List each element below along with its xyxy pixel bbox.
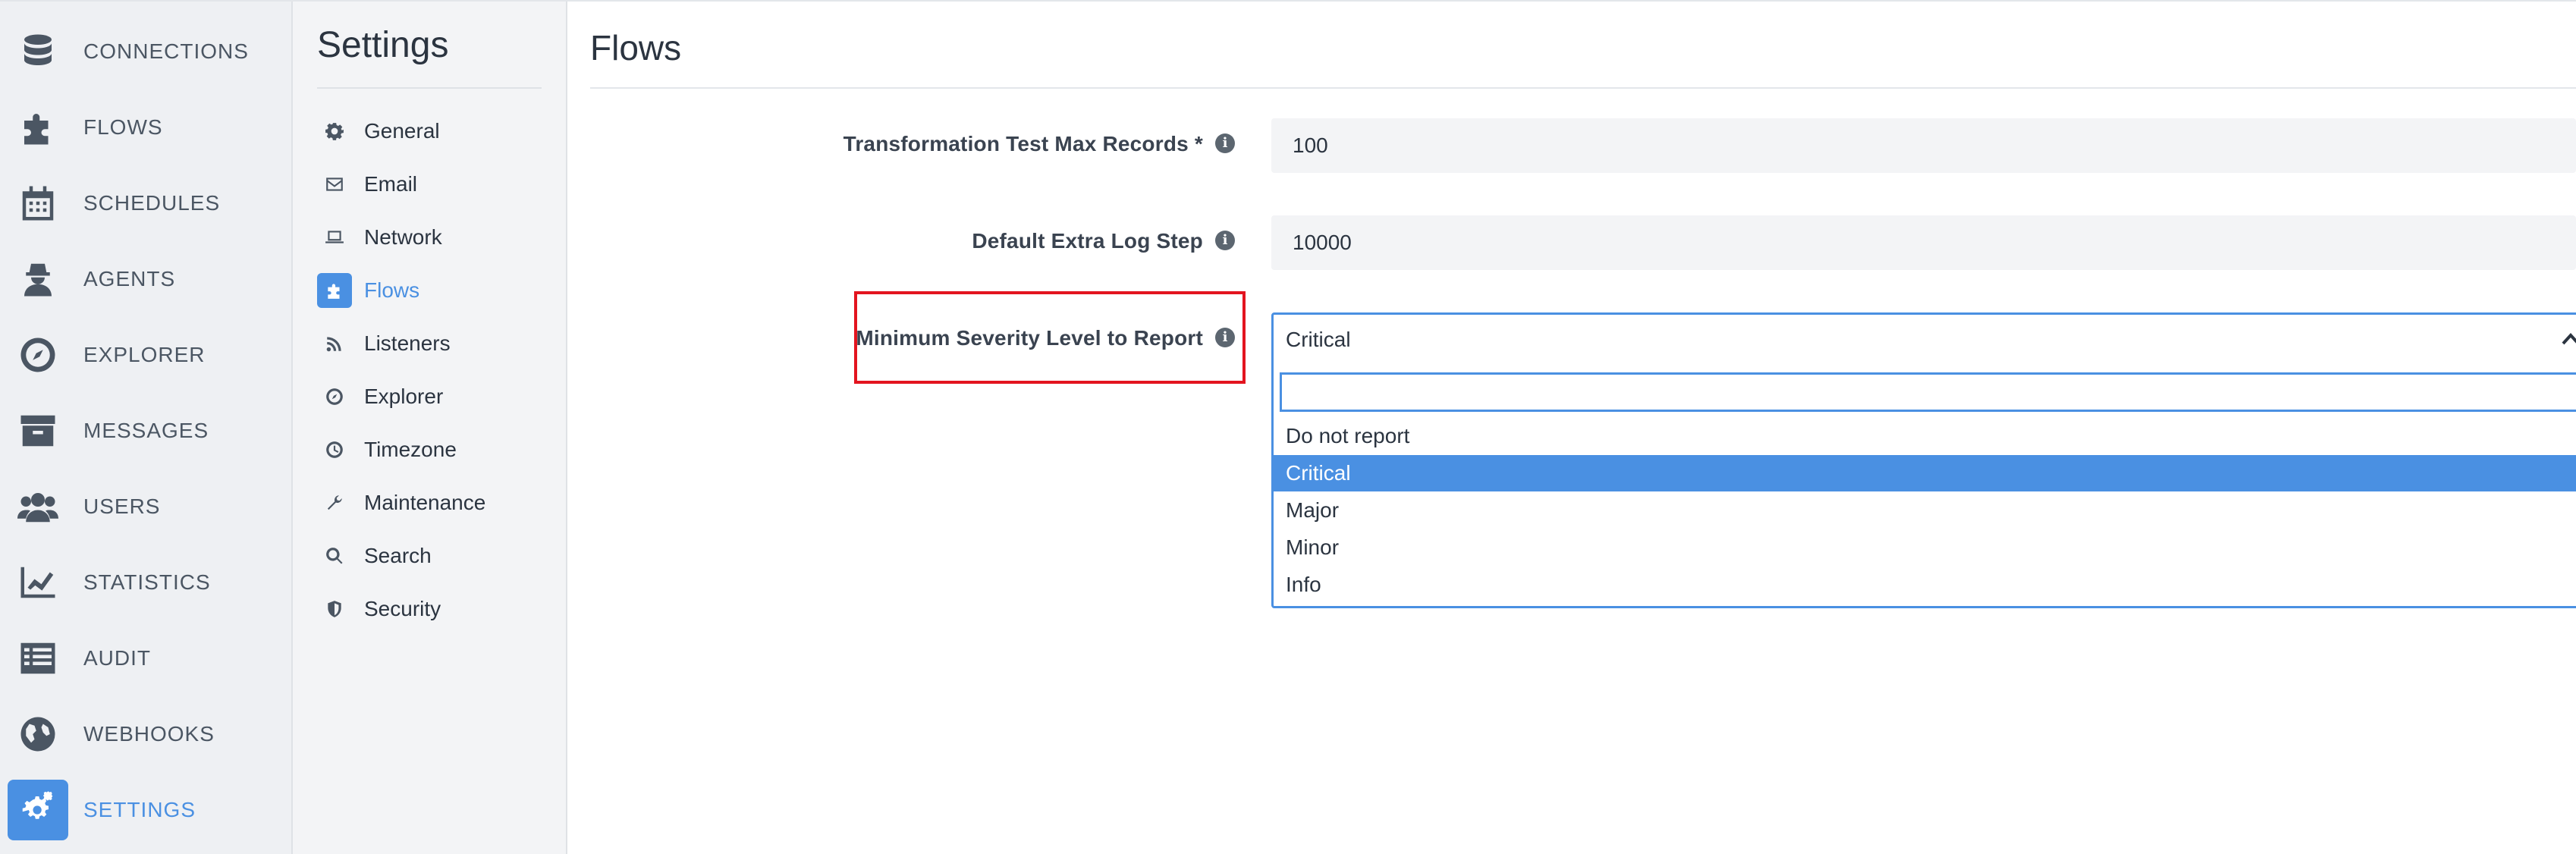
nav-label: STATISTICS bbox=[83, 570, 211, 594]
nav-statistics[interactable]: STATISTICS bbox=[8, 552, 285, 613]
puzzle-icon bbox=[8, 97, 68, 158]
settings-item-maintenance[interactable]: Maintenance bbox=[317, 485, 545, 520]
main-nav: CONNECTIONS FLOWS SCHEDULES AGENTS EXPLO… bbox=[0, 2, 293, 854]
highlight-box bbox=[854, 291, 1246, 384]
nav-audit[interactable]: AUDIT bbox=[8, 628, 285, 689]
settings-item-listeners[interactable]: Listeners bbox=[317, 326, 545, 361]
nav-label: USERS bbox=[83, 495, 161, 518]
option-major[interactable]: Major bbox=[1274, 492, 2576, 529]
nav-schedules[interactable]: SCHEDULES bbox=[8, 173, 285, 234]
select-current-value[interactable]: Critical bbox=[1286, 315, 1351, 365]
settings-item-label: Maintenance bbox=[364, 491, 486, 514]
nav-flows[interactable]: FLOWS bbox=[8, 97, 285, 158]
agent-icon bbox=[8, 249, 68, 309]
divider bbox=[317, 87, 542, 89]
nav-users[interactable]: USERS bbox=[8, 476, 285, 537]
list-icon bbox=[8, 628, 68, 689]
laptop-icon bbox=[317, 220, 352, 255]
users-icon bbox=[8, 476, 68, 537]
field-label-extra-log-step: Default Extra Log Step i bbox=[590, 211, 1250, 272]
settings-item-timezone[interactable]: Timezone bbox=[317, 432, 545, 467]
settings-title: Settings bbox=[317, 25, 449, 65]
nav-label: SETTINGS bbox=[83, 798, 196, 821]
label-text: Default Extra Log Step bbox=[972, 229, 1203, 253]
settings-item-flows[interactable]: Flows bbox=[317, 273, 545, 308]
settings-item-search[interactable]: Search bbox=[317, 538, 545, 573]
nav-label: EXPLORER bbox=[83, 343, 206, 366]
severity-select[interactable]: Critical Do not report Critical Major Mi… bbox=[1271, 312, 2576, 608]
chart-line-icon bbox=[8, 552, 68, 613]
clock-icon bbox=[317, 432, 352, 467]
nav-connections[interactable]: CONNECTIONS bbox=[8, 21, 285, 82]
settings-item-label: Timezone bbox=[364, 438, 457, 461]
option-critical[interactable]: Critical bbox=[1274, 455, 2576, 491]
nav-label: MESSAGES bbox=[83, 419, 209, 442]
nav-messages[interactable]: MESSAGES bbox=[8, 400, 285, 461]
settings-item-network[interactable]: Network bbox=[317, 220, 545, 255]
settings-nav: Settings General Email Network Flows Lis… bbox=[293, 2, 567, 854]
option-do-not-report[interactable]: Do not report bbox=[1274, 418, 2576, 454]
database-icon bbox=[8, 21, 68, 82]
settings-item-label: General bbox=[364, 119, 440, 143]
nav-explorer[interactable]: EXPLORER bbox=[8, 325, 285, 385]
nav-label: AGENTS bbox=[83, 267, 176, 290]
option-minor[interactable]: Minor bbox=[1274, 529, 2576, 566]
gear-icon bbox=[317, 114, 352, 149]
settings-item-explorer[interactable]: Explorer bbox=[317, 379, 545, 414]
nav-label: CONNECTIONS bbox=[83, 39, 249, 63]
wrench-icon bbox=[317, 485, 352, 520]
settings-item-label: Search bbox=[364, 544, 432, 567]
rss-icon bbox=[317, 326, 352, 361]
label-text: Transformation Test Max Records * bbox=[843, 132, 1203, 155]
nav-label: WEBHOOKS bbox=[83, 722, 215, 746]
nav-label: AUDIT bbox=[83, 646, 151, 670]
search-icon bbox=[317, 538, 352, 573]
envelope-icon bbox=[317, 167, 352, 202]
nav-label: FLOWS bbox=[83, 115, 163, 139]
settings-item-email[interactable]: Email bbox=[317, 167, 545, 202]
max-records-input[interactable]: 100 bbox=[1271, 118, 2576, 173]
divider bbox=[590, 87, 2576, 89]
nav-agents[interactable]: AGENTS bbox=[8, 249, 285, 309]
nav-settings[interactable]: SETTINGS bbox=[8, 780, 285, 840]
page-title: Flows bbox=[590, 28, 682, 68]
shield-icon bbox=[317, 592, 352, 626]
calendar-icon bbox=[8, 173, 68, 234]
select-search-input[interactable] bbox=[1280, 372, 2576, 412]
field-label-max-records: Transformation Test Max Records * i bbox=[590, 114, 1250, 174]
chevron-up-icon[interactable] bbox=[2562, 331, 2576, 347]
settings-item-label: Flows bbox=[364, 278, 420, 302]
settings-item-label: Email bbox=[364, 172, 418, 196]
extra-log-step-input[interactable]: 10000 bbox=[1271, 215, 2576, 270]
flows-settings-panel: Flows Transformation Test Max Records * … bbox=[567, 2, 2576, 854]
settings-item-general[interactable]: General bbox=[317, 114, 545, 149]
option-info[interactable]: Info bbox=[1274, 567, 2576, 603]
settings-item-security[interactable]: Security bbox=[317, 592, 545, 626]
cogs-icon bbox=[8, 780, 68, 840]
nav-webhooks[interactable]: WEBHOOKS bbox=[8, 704, 285, 765]
globe-icon bbox=[8, 704, 68, 765]
settings-item-label: Explorer bbox=[364, 385, 444, 408]
info-icon[interactable]: i bbox=[1215, 133, 1235, 153]
settings-item-label: Security bbox=[364, 597, 441, 620]
info-icon[interactable]: i bbox=[1215, 231, 1235, 250]
compass-icon bbox=[8, 325, 68, 385]
settings-item-label: Listeners bbox=[364, 331, 451, 355]
archive-icon bbox=[8, 400, 68, 461]
compass-icon bbox=[317, 379, 352, 414]
puzzle-icon bbox=[317, 273, 352, 308]
settings-item-label: Network bbox=[364, 225, 442, 249]
nav-label: SCHEDULES bbox=[83, 191, 221, 215]
